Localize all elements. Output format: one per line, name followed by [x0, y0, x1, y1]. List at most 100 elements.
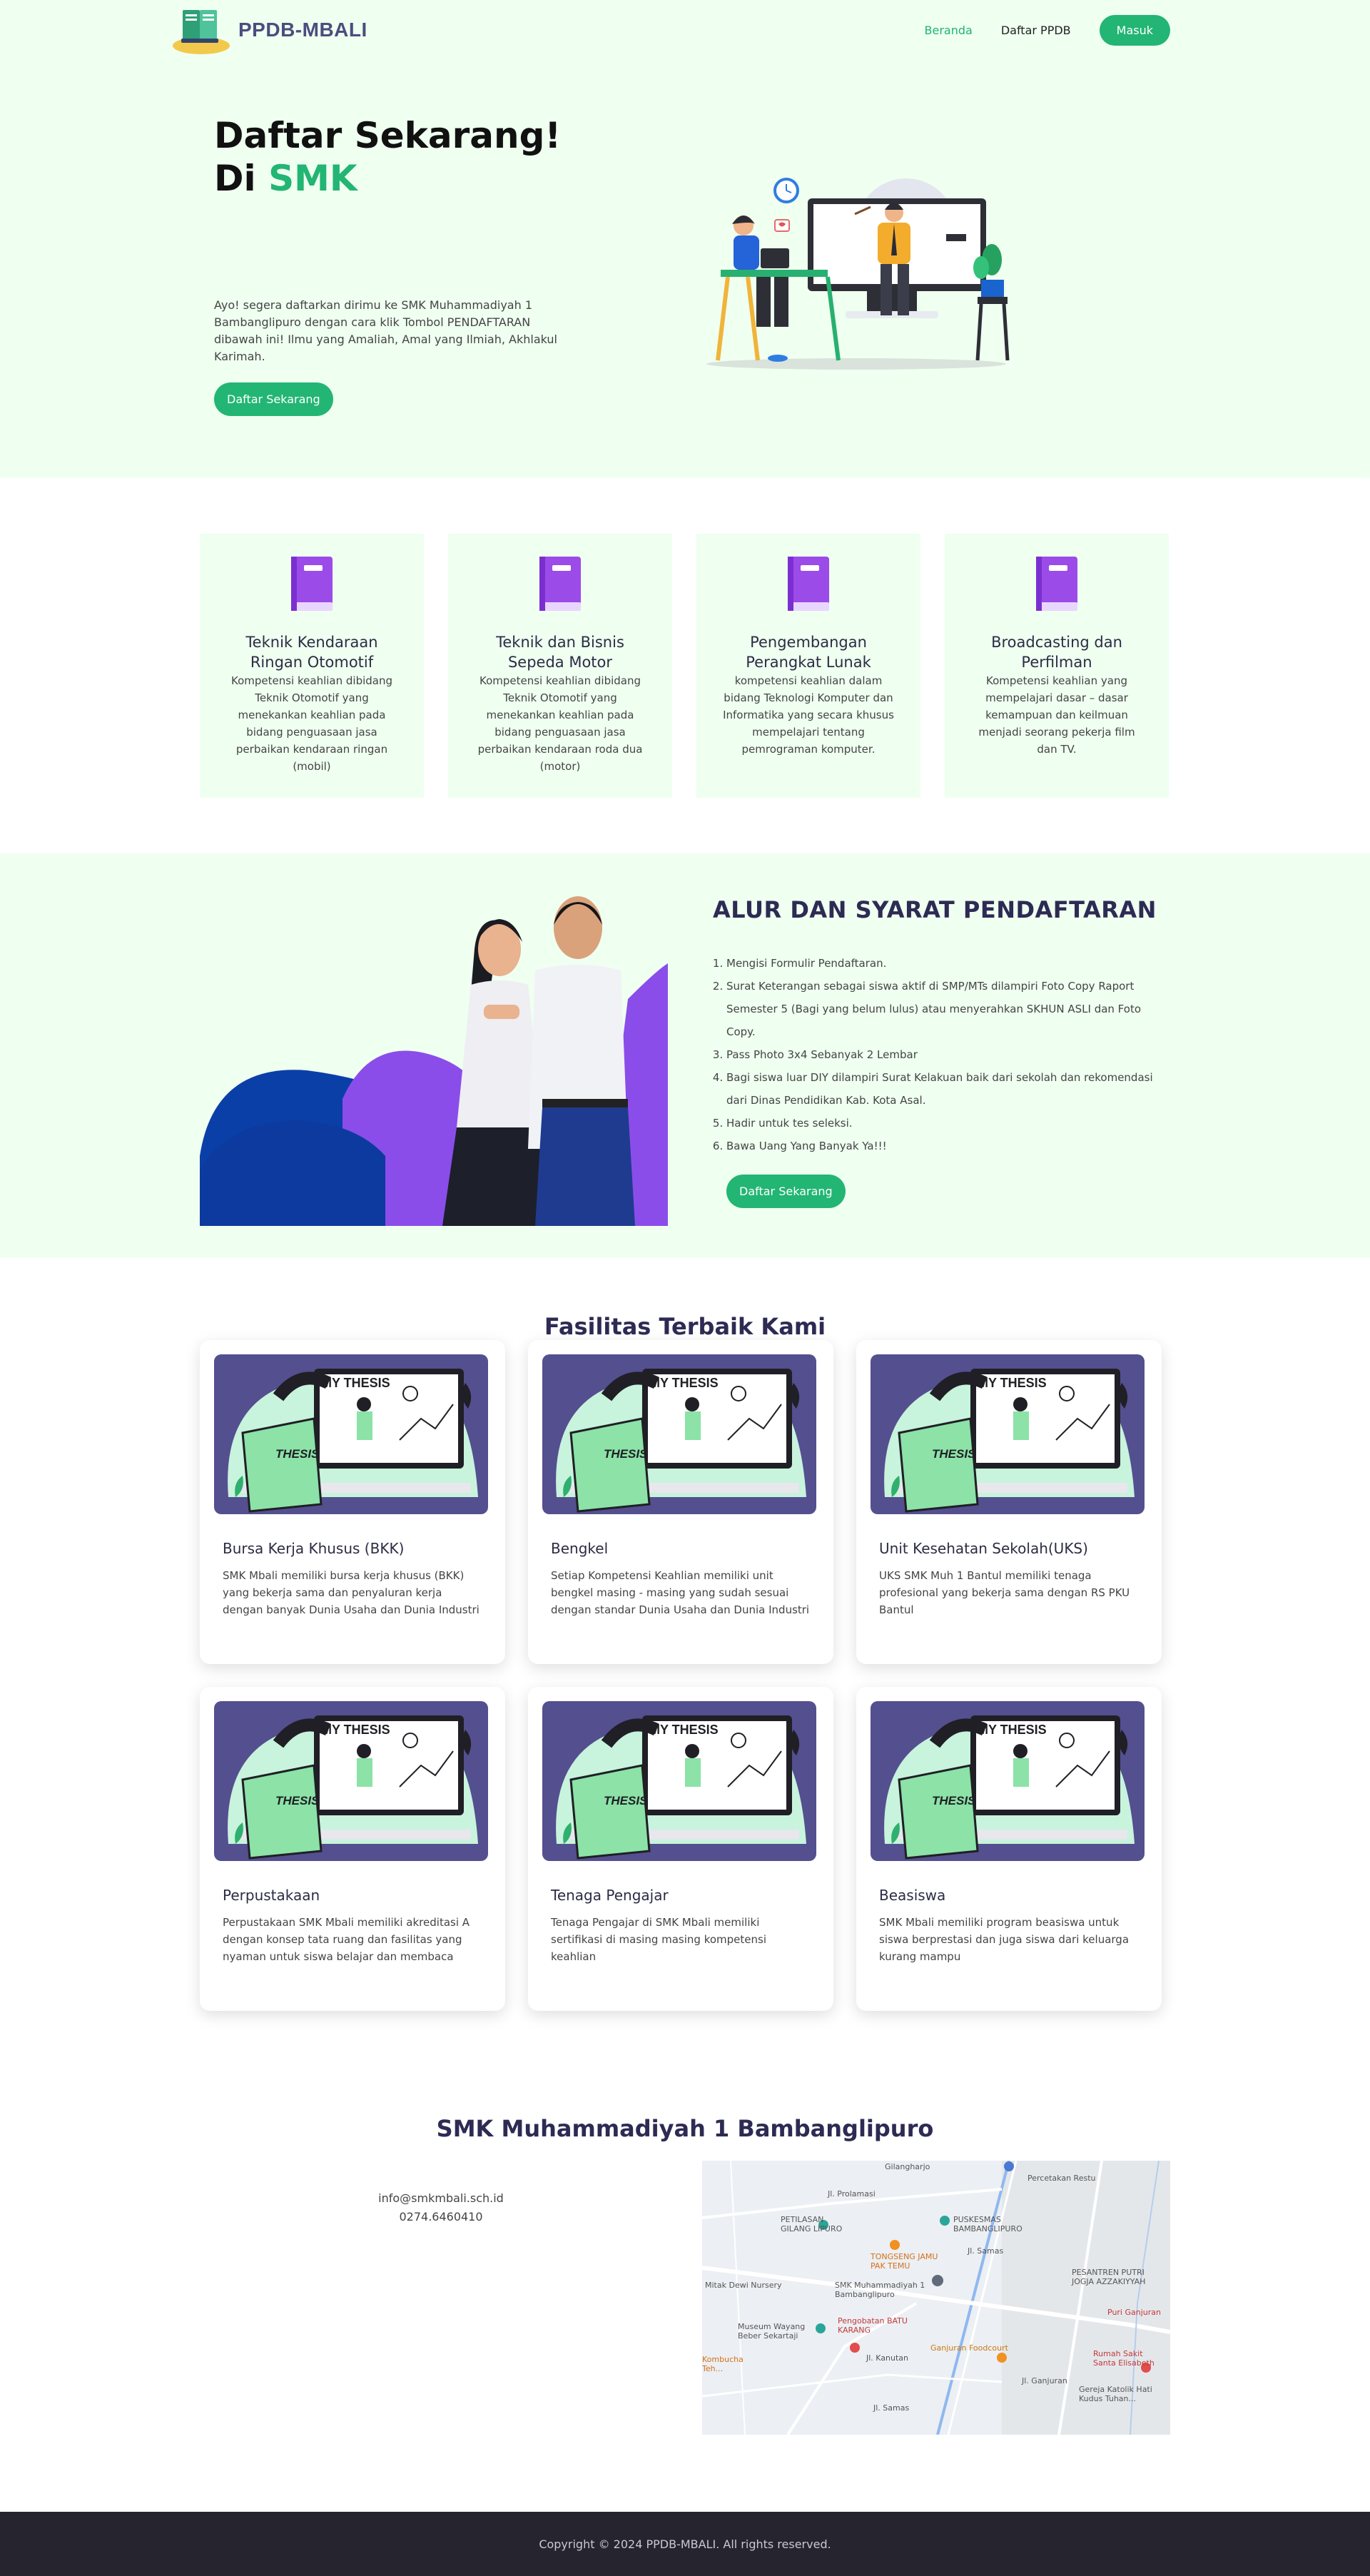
- hero-title-line1: Daftar Sekarang!: [214, 115, 562, 156]
- contact-row: info@smkmbali.sch.id 0274.6460410 Gilang…: [200, 2161, 1170, 2435]
- illustration-book-label: THESIS: [275, 1447, 320, 1461]
- hero-description: Ayo! segera daftarkan dirimu ke SMK Muha…: [214, 298, 557, 363]
- major-title: Teknik dan Bisnis Sepeda Motor: [496, 634, 624, 671]
- requirement-item: Pass Photo 3x4 Sebanyak 2 Lembar: [726, 1043, 1170, 1066]
- facility-description: SMK Mbali memiliki bursa kerja khusus (B…: [223, 1569, 480, 1616]
- facility-description: SMK Mbali memiliki program beasiswa untu…: [879, 1916, 1130, 1963]
- thesis-illustration: MY THESIS THESIS: [214, 1354, 488, 1514]
- illustration-book-label: THESIS: [275, 1794, 320, 1807]
- thesis-illustration: MY THESIS THESIS: [871, 1701, 1145, 1861]
- major-card: Teknik Kendaraan Ringan Otomotif Kompete…: [200, 534, 424, 798]
- hero-title-prefix: Di: [214, 158, 269, 199]
- map-label: Jl. Prolamasi: [828, 2189, 876, 2199]
- contact-section: SMK Muhammadiyah 1 Bambanglipuro info@sm…: [0, 2054, 1370, 2512]
- map-label: Mitak Dewi Nursery: [705, 2281, 782, 2290]
- students-photo: [200, 885, 668, 1226]
- requirement-item: Surat Keterangan sebagai siswa aktif di …: [726, 975, 1170, 1043]
- map-label: Puri Ganjuran: [1107, 2308, 1161, 2317]
- hero-section: Daftar Sekarang! Di SMK Ayo! segera daft…: [0, 0, 1370, 478]
- major-description: Kompetensi keahlian dibidang Teknik Otom…: [477, 674, 643, 773]
- facility-description: Tenaga Pengajar di SMK Mbali memiliki se…: [551, 1916, 766, 1963]
- major-title: Pengembangan Perangkat Lunak: [746, 634, 871, 671]
- thesis-illustration: MY THESIS THESIS: [871, 1354, 1145, 1514]
- map-label: SMK Muhammadiyah 1 Bambanglipuro: [835, 2281, 925, 2299]
- book-icon: [786, 555, 831, 614]
- illustration-caption: MY THESIS: [978, 1376, 1047, 1390]
- hero-title-accent: SMK: [268, 158, 357, 199]
- requirement-item: Bawa Uang Yang Banyak Ya!!!: [726, 1135, 1170, 1157]
- login-button[interactable]: Masuk: [1099, 14, 1170, 46]
- map-label: PESANTREN PUTRI JOGJA AZZAKIYYAH: [1072, 2268, 1146, 2286]
- map-label: Gereja Katolik Hati Kudus Tuhan...: [1079, 2385, 1152, 2403]
- map-label: Jl. Samas: [873, 2403, 910, 2413]
- map-label: Ganjuran Foodcourt: [930, 2343, 1008, 2353]
- map-label: Museum Wayang Beber Sekartaji: [738, 2322, 806, 2341]
- nav-link-beranda[interactable]: Beranda: [925, 24, 973, 37]
- map-label: Pengobatan BATU KARANG: [838, 2316, 908, 2335]
- major-title: Broadcasting dan Perfilman: [991, 634, 1122, 671]
- illustration-book-label: THESIS: [604, 1447, 648, 1461]
- hero-register-button[interactable]: Daftar Sekarang: [214, 382, 333, 416]
- facility-title: Unit Kesehatan Sekolah(UKS): [879, 1540, 1088, 1557]
- illustration-caption: MY THESIS: [649, 1723, 719, 1737]
- majors-grid: Teknik Kendaraan Ringan Otomotif Kompete…: [200, 534, 1170, 798]
- book-icon: [1035, 555, 1079, 614]
- contact-phone[interactable]: 0274.6460410: [200, 2208, 682, 2226]
- major-description: Kompetensi keahlian dibidang Teknik Otom…: [231, 674, 392, 773]
- brand-name: PPDB-MBALI: [238, 19, 367, 41]
- requirement-item: Hadir untuk tes seleksi.: [726, 1112, 1170, 1135]
- flow-register-button[interactable]: Daftar Sekarang: [726, 1175, 846, 1208]
- requirements-panel: ALUR DAN SYARAT PENDAFTARAN Mengisi Form…: [699, 896, 1170, 1208]
- nav-link-daftar-ppdb[interactable]: Daftar PPDB: [1001, 24, 1071, 37]
- book-icon: [538, 555, 582, 614]
- majors-section: Teknik Kendaraan Ringan Otomotif Kompete…: [0, 478, 1370, 853]
- facility-card: MY THESIS THESIS Perpustakaan Perpustaka…: [200, 1687, 505, 2011]
- copyright-text: Copyright © 2024 PPDB-MBALI. All rights …: [539, 2537, 831, 2551]
- thesis-illustration: MY THESIS THESIS: [542, 1701, 816, 1861]
- requirements-list: Mengisi Formulir Pendaftaran. Surat Kete…: [699, 952, 1170, 1157]
- illustration-book-label: THESIS: [932, 1447, 976, 1461]
- facility-card: MY THESIS THESIS Bursa Kerja Khusus (BKK…: [200, 1340, 505, 1664]
- major-title: Teknik Kendaraan Ringan Otomotif: [245, 634, 378, 671]
- map-label: PUSKESMAS BAMBANGLIPURO: [953, 2215, 1023, 2233]
- requirement-item: Bagi siswa luar DIY dilampiri Surat Kela…: [726, 1066, 1170, 1112]
- illustration-book-label: THESIS: [604, 1794, 648, 1807]
- illustration-caption: MY THESIS: [649, 1376, 719, 1390]
- book-icon: [290, 555, 334, 614]
- requirement-item: Mengisi Formulir Pendaftaran.: [726, 952, 1170, 975]
- facility-card: MY THESIS THESIS Beasiswa SMK Mbali memi…: [856, 1687, 1162, 2011]
- facilities-grid: MY THESIS THESIS Bursa Kerja Khusus (BKK…: [200, 1340, 1170, 2011]
- map-label: Kombucha Teh...: [702, 2355, 744, 2373]
- facility-title: Bursa Kerja Khusus (BKK): [223, 1540, 405, 1557]
- major-card: Teknik dan Bisnis Sepeda Motor Kompetens…: [448, 534, 672, 798]
- location-map[interactable]: Gilangharjo Percetakan Restu Jl. Prolama…: [702, 2161, 1170, 2435]
- facility-title: Perpustakaan: [223, 1887, 320, 1904]
- facilities-section: Fasilitas Terbaik Kami MY THESIS THESIS …: [0, 1257, 1370, 2054]
- registration-flow-section: ALUR DAN SYARAT PENDAFTARAN Mengisi Form…: [0, 853, 1370, 1257]
- requirements-title: ALUR DAN SYARAT PENDAFTARAN: [713, 896, 1157, 923]
- brand-logo[interactable]: PPDB-MBALI: [171, 4, 367, 56]
- illustration-book-label: THESIS: [932, 1794, 976, 1807]
- nav-links: Beranda Daftar PPDB Masuk: [925, 14, 1170, 46]
- map-label: TONGSENG JAMU PAK TEMU: [871, 2252, 938, 2271]
- online-class-illustration: [692, 164, 1020, 371]
- facilities-title: Fasilitas Terbaik Kami: [544, 1313, 826, 1340]
- major-description: kompetensi keahlian dalam bidang Teknolo…: [723, 674, 894, 756]
- major-card: Pengembangan Perangkat Lunak kompetensi …: [696, 534, 920, 798]
- footer: Copyright © 2024 PPDB-MBALI. All rights …: [0, 2512, 1370, 2576]
- map-label: Jl. Samas: [968, 2246, 1004, 2256]
- illustration-caption: MY THESIS: [321, 1376, 390, 1390]
- facility-card: MY THESIS THESIS Unit Kesehatan Sekolah(…: [856, 1340, 1162, 1664]
- thesis-illustration: MY THESIS THESIS: [542, 1354, 816, 1514]
- map-label: Jl. Kanutan: [866, 2353, 909, 2363]
- facility-title: Bengkel: [551, 1540, 609, 1557]
- major-description: Kompetensi keahlian yang mempelajari das…: [978, 674, 1135, 756]
- facility-description: UKS SMK Muh 1 Bantul memiliki tenaga pro…: [879, 1569, 1130, 1616]
- facility-description: Perpustakaan SMK Mbali memiliki akredita…: [223, 1916, 470, 1963]
- map-label: Percetakan Restu: [1028, 2174, 1096, 2183]
- facility-description: Setiap Kompetensi Keahlian memiliki unit…: [551, 1569, 810, 1616]
- map-label: Gilangharjo: [885, 2162, 930, 2171]
- contact-email[interactable]: info@smkmbali.sch.id: [200, 2189, 682, 2208]
- map-label: PETILASAN GILANG LIPURO: [781, 2215, 843, 2233]
- contact-info: info@smkmbali.sch.id 0274.6460410: [200, 2161, 682, 2435]
